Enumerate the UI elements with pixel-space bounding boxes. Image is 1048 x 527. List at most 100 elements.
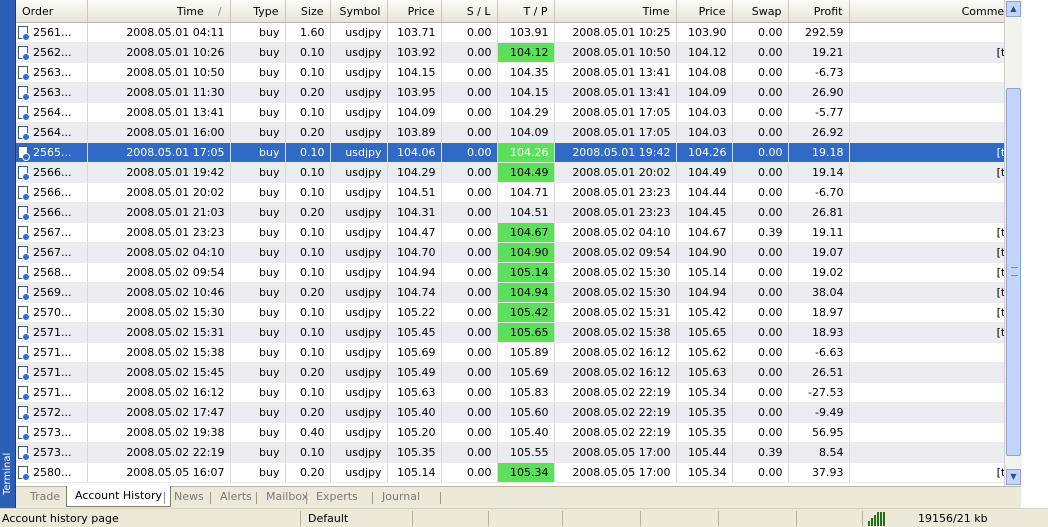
col-type-header[interactable]: Type xyxy=(230,0,286,23)
tab-news[interactable]: News xyxy=(166,487,212,507)
tab-trade[interactable]: Trade xyxy=(22,487,68,507)
cell-tp: 105.14 xyxy=(497,262,555,283)
cell-close-price: 105.14 xyxy=(676,262,733,283)
table-row[interactable]: 2567... 2008.05.01 23:23 buy 0.10 usdjpy 104.… xyxy=(16,222,1004,243)
order-number: 2566... xyxy=(33,185,72,199)
tab-separator xyxy=(440,492,441,504)
cell-close-price: 105.44 xyxy=(676,442,733,463)
order-number: 2561... xyxy=(33,25,72,39)
tab-alerts[interactable]: Alerts xyxy=(212,487,260,507)
col-sl-header[interactable]: S / L xyxy=(441,0,498,23)
cell-profit: 292.59 xyxy=(788,22,850,43)
cell-close-time: 2008.05.01 19:42 xyxy=(554,142,677,163)
cell-close-price: 104.03 xyxy=(676,102,733,123)
cell-type: buy xyxy=(230,442,286,463)
cell-comment xyxy=(849,422,1004,443)
table-row[interactable]: 2573... 2008.05.02 19:38 buy 0.40 usdjpy 105.… xyxy=(16,422,1004,443)
table-row[interactable]: 2572... 2008.05.02 17:47 buy 0.20 usdjpy 105.… xyxy=(16,402,1004,423)
order-number: 2580... xyxy=(33,465,72,479)
table-row[interactable]: 2568... 2008.05.02 09:54 buy 0.10 usdjpy 104.… xyxy=(16,262,1004,283)
scroll-up-icon[interactable]: ▲ xyxy=(1006,1,1021,17)
scroll-thumb[interactable] xyxy=(1006,88,1021,456)
cell-swap: 0.00 xyxy=(732,162,789,183)
closed-order-icon xyxy=(18,66,30,82)
cell-size: 0.20 xyxy=(285,82,331,103)
cell-symbol: usdjpy xyxy=(330,102,388,123)
table-row[interactable]: 2563... 2008.05.01 11:30 buy 0.20 usdjpy 103.… xyxy=(16,82,1004,103)
table-row[interactable]: 2566... 2008.05.01 20:02 buy 0.10 usdjpy 104.… xyxy=(16,182,1004,203)
cell-tp: 105.55 xyxy=(497,442,555,463)
cell-close-time: 2008.05.02 15:30 xyxy=(554,262,677,283)
col-tp-header[interactable]: T / P xyxy=(497,0,555,23)
cell-sl: 0.00 xyxy=(441,82,498,103)
col-close-price-header[interactable]: Price xyxy=(676,0,733,23)
status-divider xyxy=(562,511,563,526)
cell-swap: 0.00 xyxy=(732,402,789,423)
cell-sl: 0.00 xyxy=(441,262,498,283)
cell-sl: 0.00 xyxy=(441,162,498,183)
cell-tp: 104.49 xyxy=(497,162,555,183)
tab-experts[interactable]: Experts xyxy=(308,487,366,507)
cell-sl: 0.00 xyxy=(441,182,498,203)
cell-open-price: 104.31 xyxy=(387,202,442,223)
cell-comment xyxy=(849,62,1004,83)
table-row[interactable]: 2569... 2008.05.02 10:46 buy 0.20 usdjpy 104.… xyxy=(16,282,1004,303)
tab-account-history[interactable]: Account History xyxy=(66,486,172,507)
cell-close-price: 105.65 xyxy=(676,322,733,343)
cell-tp: 104.71 xyxy=(497,182,555,203)
closed-order-icon xyxy=(18,26,30,42)
table-row[interactable]: 2571... 2008.05.02 15:45 buy 0.20 usdjpy 105.… xyxy=(16,362,1004,383)
table-row[interactable]: 2564... 2008.05.01 13:41 buy 0.10 usdjpy 104.… xyxy=(16,102,1004,123)
cell-order: 2561... xyxy=(16,22,88,43)
order-number: 2565... xyxy=(33,145,72,159)
cell-swap: 0.39 xyxy=(732,442,789,463)
scroll-down-icon[interactable]: ▼ xyxy=(1006,469,1021,485)
table-row[interactable]: 2571... 2008.05.02 15:31 buy 0.10 usdjpy 105.… xyxy=(16,322,1004,343)
tab-journal[interactable]: Journal xyxy=(374,487,428,507)
cell-sl: 0.00 xyxy=(441,22,498,43)
cell-symbol: usdjpy xyxy=(330,262,388,283)
cell-comment xyxy=(849,402,1004,423)
table-row[interactable]: 2564... 2008.05.01 16:00 buy 0.20 usdjpy 103.… xyxy=(16,122,1004,143)
col-order-header[interactable]: Order xyxy=(16,0,88,23)
cell-swap: 0.00 xyxy=(732,22,789,43)
vertical-scrollbar[interactable]: ▲ ▼ xyxy=(1004,0,1022,486)
cell-symbol: usdjpy xyxy=(330,22,388,43)
cell-comment: [tp] xyxy=(849,242,1004,263)
table-row[interactable]: 2563... 2008.05.01 10:50 buy 0.10 usdjpy 104.… xyxy=(16,62,1004,83)
cell-profit: 26.81 xyxy=(788,202,850,223)
closed-order-icon xyxy=(18,286,30,302)
cell-profit: 56.95 xyxy=(788,422,850,443)
table-row[interactable]: 2561... 2008.05.01 04:11 buy 1.60 usdjpy 103.… xyxy=(16,22,1004,43)
cell-profit: 37.93 xyxy=(788,462,850,483)
cell-open-time: 2008.05.02 15:45 xyxy=(87,362,231,383)
cell-size: 0.10 xyxy=(285,382,331,403)
table-row[interactable]: 2571... 2008.05.02 16:12 buy 0.10 usdjpy 105.… xyxy=(16,382,1004,403)
cell-comment: [tp] xyxy=(849,262,1004,283)
table-row[interactable]: 2565... 2008.05.01 17:05 buy 0.10 usdjpy 104.… xyxy=(16,142,1004,163)
col-open-time-header[interactable]: Time / xyxy=(87,0,231,23)
table-row[interactable]: 2571... 2008.05.02 15:38 buy 0.10 usdjpy 105.… xyxy=(16,342,1004,363)
col-open-price-header[interactable]: Price xyxy=(387,0,442,23)
cell-swap: 0.00 xyxy=(732,82,789,103)
table-row[interactable]: 2567... 2008.05.02 04:10 buy 0.10 usdjpy 104.… xyxy=(16,242,1004,263)
col-swap-header[interactable]: Swap xyxy=(732,0,789,23)
cell-size: 0.10 xyxy=(285,442,331,463)
table-row[interactable]: 2562... 2008.05.01 10:26 buy 0.10 usdjpy 103.… xyxy=(16,42,1004,63)
table-row[interactable]: 2566... 2008.05.01 21:03 buy 0.20 usdjpy 104.… xyxy=(16,202,1004,223)
cell-sl: 0.00 xyxy=(441,42,498,63)
cell-size: 0.20 xyxy=(285,202,331,223)
closed-order-icon xyxy=(18,46,30,62)
terminal-label: Terminal xyxy=(2,452,13,496)
col-close-time-header[interactable]: Time xyxy=(554,0,677,23)
cell-open-time: 2008.05.01 04:11 xyxy=(87,22,231,43)
col-comment-header[interactable]: Comment xyxy=(849,0,1004,23)
table-row[interactable]: 2573... 2008.05.02 22:19 buy 0.10 usdjpy 105.… xyxy=(16,442,1004,463)
status-divider xyxy=(488,511,489,526)
col-profit-header[interactable]: Profit xyxy=(788,0,850,23)
table-row[interactable]: 2570... 2008.05.02 15:30 buy 0.10 usdjpy 105.… xyxy=(16,302,1004,323)
table-row[interactable]: 2566... 2008.05.01 19:42 buy 0.10 usdjpy 104.… xyxy=(16,162,1004,183)
table-row[interactable]: 2580... 2008.05.05 16:07 buy 0.20 usdjpy 105.… xyxy=(16,462,1004,483)
col-symbol-header[interactable]: Symbol xyxy=(330,0,388,23)
col-size-header[interactable]: Size xyxy=(285,0,331,23)
